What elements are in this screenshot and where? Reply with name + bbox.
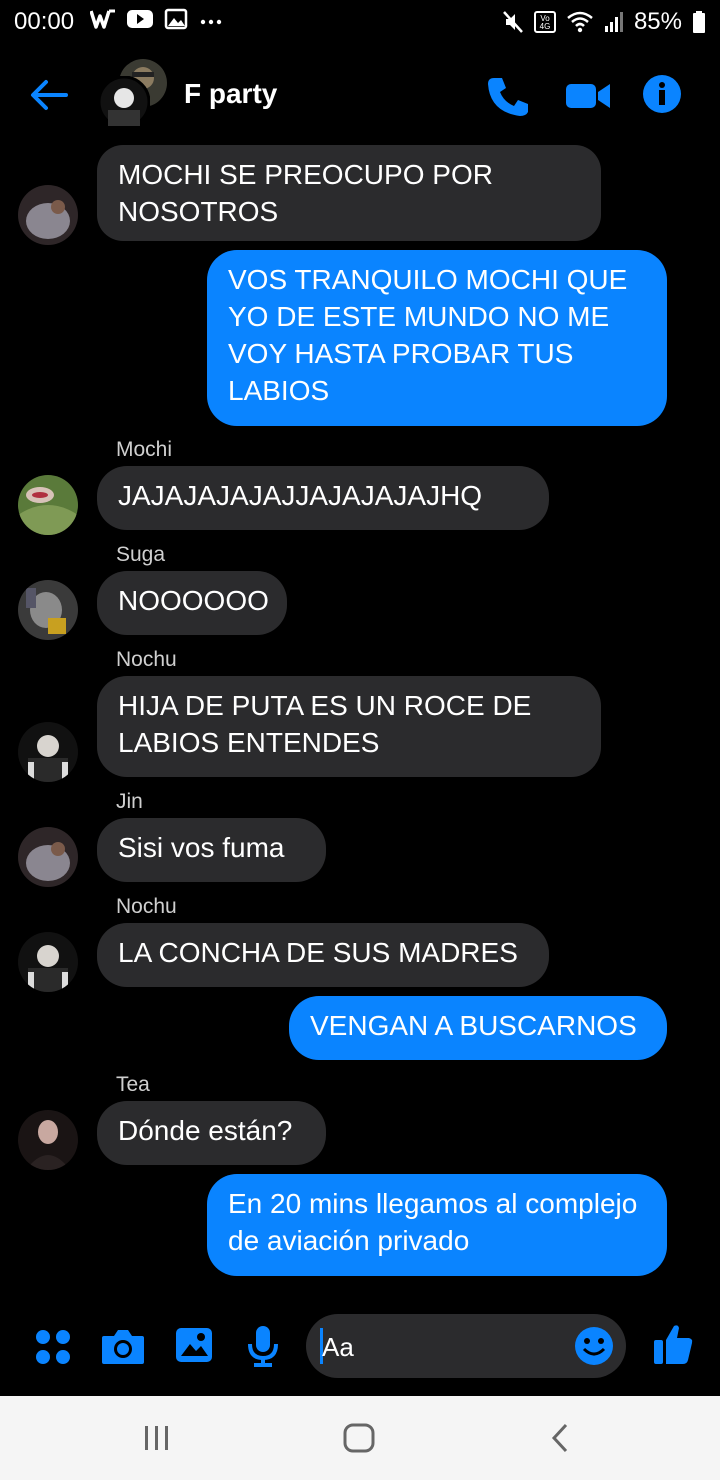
message-bubble-outgoing[interactable]: VENGAN A BUSCARNOS	[289, 996, 667, 1060]
thumbs-up-icon[interactable]	[652, 1322, 694, 1366]
back-arrow-icon[interactable]	[28, 74, 70, 116]
avatar[interactable]	[18, 722, 78, 782]
sender-name: Nochu	[116, 895, 177, 918]
avatar[interactable]	[18, 185, 78, 245]
conversation-header: F party	[0, 50, 720, 146]
message-bubble-outgoing[interactable]: En 20 mins llegamos al complejo de aviac…	[207, 1174, 667, 1276]
system-nav-bar	[0, 1396, 720, 1480]
sender-name: Nochu	[116, 648, 177, 671]
battery-percent: 85%	[633, 8, 682, 35]
group-avatar-front	[98, 76, 150, 128]
video-call-icon[interactable]	[564, 74, 612, 118]
message-bubble-incoming[interactable]: NOOOOOO	[97, 571, 287, 635]
gallery-icon[interactable]	[174, 1326, 214, 1364]
sender-name: Jin	[116, 790, 143, 813]
message-bubble-incoming[interactable]: Sisi vos fuma	[97, 818, 326, 882]
more-apps-icon[interactable]	[34, 1328, 72, 1366]
sender-name: Tea	[116, 1073, 150, 1096]
avatar[interactable]	[18, 580, 78, 640]
message-input-placeholder: Aa	[322, 1332, 354, 1362]
phone-icon[interactable]	[486, 74, 530, 118]
info-icon[interactable]	[642, 74, 682, 114]
back-nav-icon[interactable]	[548, 1422, 572, 1454]
avatar[interactable]	[18, 1110, 78, 1170]
message-list[interactable]: MOCHI SE PREOCUPO POR NOSOTROS VOS TRANQ…	[0, 140, 720, 1300]
youtube-icon	[127, 10, 153, 28]
recent-apps-icon[interactable]	[142, 1424, 172, 1452]
avatar[interactable]	[18, 827, 78, 887]
conversation-title[interactable]: F party	[184, 78, 277, 110]
message-bubble-incoming[interactable]: LA CONCHA DE SUS MADRES	[97, 923, 549, 987]
gallery-icon	[164, 8, 188, 30]
mute-icon	[503, 11, 523, 33]
message-input[interactable]: Aa	[306, 1314, 626, 1378]
sender-name: Suga	[116, 543, 166, 566]
volte-icon: Vo4G	[533, 11, 556, 33]
more-dots-icon	[200, 19, 222, 25]
message-bubble-incoming[interactable]: JAJAJAJAJAJJAJAJAJAJHQ	[97, 466, 549, 530]
message-bubble-incoming[interactable]: Dónde están?	[97, 1101, 326, 1165]
microphone-icon[interactable]	[244, 1324, 282, 1368]
svg-text:4G: 4G	[540, 22, 551, 31]
status-time: 00:00	[14, 8, 75, 35]
wifi-icon	[567, 11, 593, 33]
avatar[interactable]	[18, 932, 78, 992]
w-app-icon	[90, 9, 115, 29]
signal-icon	[604, 12, 623, 32]
sender-name: Mochi	[116, 438, 173, 461]
home-icon[interactable]	[342, 1422, 376, 1454]
battery-icon	[693, 11, 705, 33]
emoji-icon[interactable]	[574, 1326, 614, 1366]
composer-bar: Aa	[0, 1300, 720, 1394]
avatar[interactable]	[18, 475, 78, 535]
message-bubble-incoming[interactable]: HIJA DE PUTA ES UN ROCE DE LABIOS ENTEND…	[97, 676, 601, 777]
message-bubble-outgoing[interactable]: VOS TRANQUILO MOCHI QUE YO DE ESTE MUNDO…	[207, 250, 667, 426]
status-bar: 00:00 Vo 4G 85%	[0, 0, 720, 44]
camera-icon[interactable]	[100, 1326, 146, 1366]
message-bubble-incoming[interactable]: MOCHI SE PREOCUPO POR NOSOTROS	[97, 145, 601, 241]
